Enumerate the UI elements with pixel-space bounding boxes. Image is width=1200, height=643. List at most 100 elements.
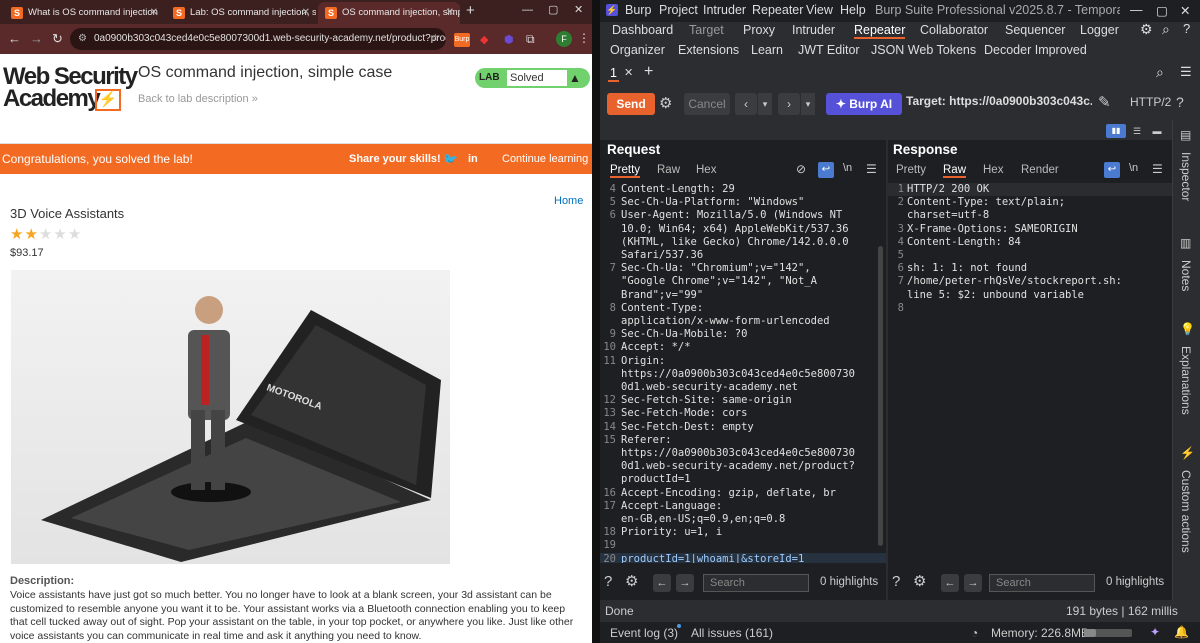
close-window-icon[interactable]: ✕ — [574, 3, 583, 16]
help-icon[interactable]: ? — [604, 573, 612, 590]
back-arrow-icon[interactable]: ‹ — [735, 93, 757, 115]
maximize-icon[interactable]: ▢ — [1156, 3, 1168, 18]
tab-learn[interactable]: Learn — [751, 43, 783, 57]
side-tab-inspector[interactable]: Inspector — [1179, 152, 1193, 201]
back-dropdown-icon[interactable]: ▾ — [758, 93, 772, 115]
request-search-input[interactable]: Search — [703, 574, 809, 592]
tabs-menu-icon[interactable]: ☰ — [1180, 64, 1192, 80]
response-tab-render[interactable]: Render — [1021, 164, 1059, 176]
minimize-icon[interactable]: — — [522, 4, 533, 16]
response-menu-icon[interactable]: ☰ — [1152, 162, 1163, 176]
home-link[interactable]: Home — [554, 195, 583, 207]
all-issues-link[interactable]: All issues (161) — [691, 626, 773, 640]
inspector-icon[interactable]: ▤ — [1180, 128, 1191, 142]
twitter-icon[interactable]: 🐦 — [443, 144, 458, 174]
tab-organizer[interactable]: Organizer — [610, 43, 665, 57]
tab-collaborator[interactable]: Collaborator — [920, 23, 988, 37]
add-repeater-tab-icon[interactable]: + — [644, 63, 653, 81]
search-prev-icon[interactable]: ← — [653, 574, 671, 592]
notifications-bell-icon[interactable]: 🔔 — [1174, 625, 1189, 639]
response-tab-pretty[interactable]: Pretty — [896, 164, 926, 176]
menu-project[interactable]: Project — [659, 3, 698, 17]
response-editor[interactable]: 1 HTTP/2 200 OK 2 Content-Type: text/plain;… — [888, 183, 1172, 563]
menu-view[interactable]: View — [806, 3, 833, 17]
minimize-icon[interactable]: — — [1130, 3, 1143, 17]
extension-red-icon[interactable]: ◆ — [480, 33, 488, 46]
back-icon[interactable]: ← — [8, 31, 21, 47]
academy-logo-line2[interactable]: Academy — [3, 87, 101, 111]
newline-icon[interactable]: \n — [1129, 162, 1138, 174]
response-search-input[interactable]: Search — [989, 574, 1095, 592]
forward-arrow-icon[interactable]: › — [778, 93, 800, 115]
tab-json-web-tokens[interactable]: JSON Web Tokens — [871, 43, 976, 57]
browser-tab-2[interactable]: S Lab: OS command injection, si ✕ — [166, 2, 316, 24]
search-settings-gear-icon[interactable]: ⚙ — [913, 572, 926, 590]
lightning-icon[interactable]: ⚡ — [1180, 446, 1195, 460]
request-menu-icon[interactable]: ☰ — [866, 162, 877, 176]
menu-help[interactable]: Help — [840, 3, 866, 17]
tab-proxy[interactable]: Proxy — [743, 23, 775, 37]
burp-extension-icon[interactable]: Burp — [454, 33, 470, 47]
response-tab-hex[interactable]: Hex — [983, 164, 1003, 176]
site-info-icon[interactable]: ⚙ — [78, 28, 87, 50]
send-button[interactable]: Send — [607, 93, 655, 115]
tab-sequencer[interactable]: Sequencer — [1005, 23, 1065, 37]
search-prev-icon[interactable]: ← — [941, 574, 959, 592]
settings-gear-icon[interactable]: ⚙ — [1140, 21, 1153, 38]
tab-decoder-improved[interactable]: Decoder Improved — [984, 43, 1087, 57]
layout-tabs-icon[interactable]: ▬ — [1148, 124, 1166, 138]
search-icon[interactable]: ⌕ — [1162, 21, 1170, 38]
browser-tab-1[interactable]: S What is OS command injection ✕ — [4, 2, 164, 24]
notes-icon[interactable]: ▥ — [1180, 236, 1191, 250]
newline-icon[interactable]: \n — [843, 162, 852, 174]
request-tab-pretty[interactable]: Pretty — [610, 164, 641, 178]
request-editor[interactable]: 4 Content-Length: 29 5 Sec-Ch-Ua-Platform: … — [600, 183, 886, 563]
tab-logger[interactable]: Logger — [1080, 23, 1119, 37]
search-next-icon[interactable]: → — [676, 574, 694, 592]
back-to-lab-link[interactable]: Back to lab description » — [138, 93, 258, 105]
burp-ai-button[interactable]: ✦ Burp AI — [826, 93, 902, 115]
send-settings-gear-icon[interactable]: ⚙ — [659, 94, 672, 112]
extension-purple-icon[interactable]: ⬢ — [504, 33, 514, 46]
side-tab-explanations[interactable]: Explanations — [1179, 346, 1193, 415]
close-tab-icon[interactable]: ✕ — [446, 2, 454, 24]
wrap-lines-icon[interactable]: ↩ — [818, 162, 834, 178]
new-tab-button[interactable]: + — [466, 2, 475, 19]
browser-tab-3-active[interactable]: S OS command injection, simple ✕ — [318, 2, 460, 24]
menu-kebab-icon[interactable]: ⋮ — [578, 31, 590, 45]
close-tab-icon[interactable]: ✕ — [302, 2, 310, 24]
layout-stacked-icon[interactable]: ☰ — [1128, 124, 1146, 138]
http-version[interactable]: HTTP/2 — [1130, 95, 1171, 109]
tab-extensions[interactable]: Extensions — [678, 43, 739, 57]
event-log-link[interactable]: Event log (3) — [610, 626, 678, 640]
request-tab-raw[interactable]: Raw — [657, 164, 680, 176]
help-icon[interactable]: ? — [1176, 94, 1184, 110]
wrap-lines-icon[interactable]: ↩ — [1104, 162, 1120, 178]
hide-nonprintable-eye-icon[interactable]: ⊘ — [796, 162, 806, 176]
menu-repeater[interactable]: Repeater — [752, 3, 803, 17]
side-tab-notes[interactable]: Notes — [1179, 260, 1193, 291]
url-bar[interactable]: ⚙ 0a0900b303c043ced4e0c5e8007300d1.web-s… — [70, 28, 446, 50]
bookmark-star-icon[interactable]: ☆ — [431, 28, 440, 50]
target-label[interactable]: Target: https://0a0900b303c043c... — [906, 94, 1092, 108]
close-repeater-tab-icon[interactable]: ✕ — [624, 66, 633, 79]
request-scrollbar[interactable] — [878, 246, 883, 546]
reload-icon[interactable]: ↻ — [52, 31, 63, 47]
tab-intruder[interactable]: Intruder — [792, 23, 835, 37]
close-window-icon[interactable]: ✕ — [1180, 3, 1190, 18]
cancel-button[interactable]: Cancel — [684, 93, 730, 115]
repeater-tab-1[interactable]: 1 — [608, 66, 619, 82]
maximize-icon[interactable]: ▢ — [548, 3, 558, 16]
side-tab-custom-actions[interactable]: Custom actions — [1179, 470, 1193, 553]
tab-jwt-editor[interactable]: JWT Editor — [798, 43, 860, 57]
search-settings-gear-icon[interactable]: ⚙ — [625, 572, 638, 590]
forward-icon[interactable]: → — [30, 31, 43, 47]
forward-dropdown-icon[interactable]: ▾ — [801, 93, 815, 115]
layout-side-by-side-icon[interactable]: ▮▮ — [1106, 124, 1126, 138]
profile-avatar[interactable]: F — [556, 31, 572, 47]
search-next-icon[interactable]: → — [964, 574, 982, 592]
edit-target-pencil-icon[interactable]: ✎ — [1098, 93, 1111, 111]
tab-target[interactable]: Target — [689, 23, 724, 37]
help-icon[interactable]: ? — [892, 573, 900, 590]
request-tab-hex[interactable]: Hex — [696, 164, 716, 176]
